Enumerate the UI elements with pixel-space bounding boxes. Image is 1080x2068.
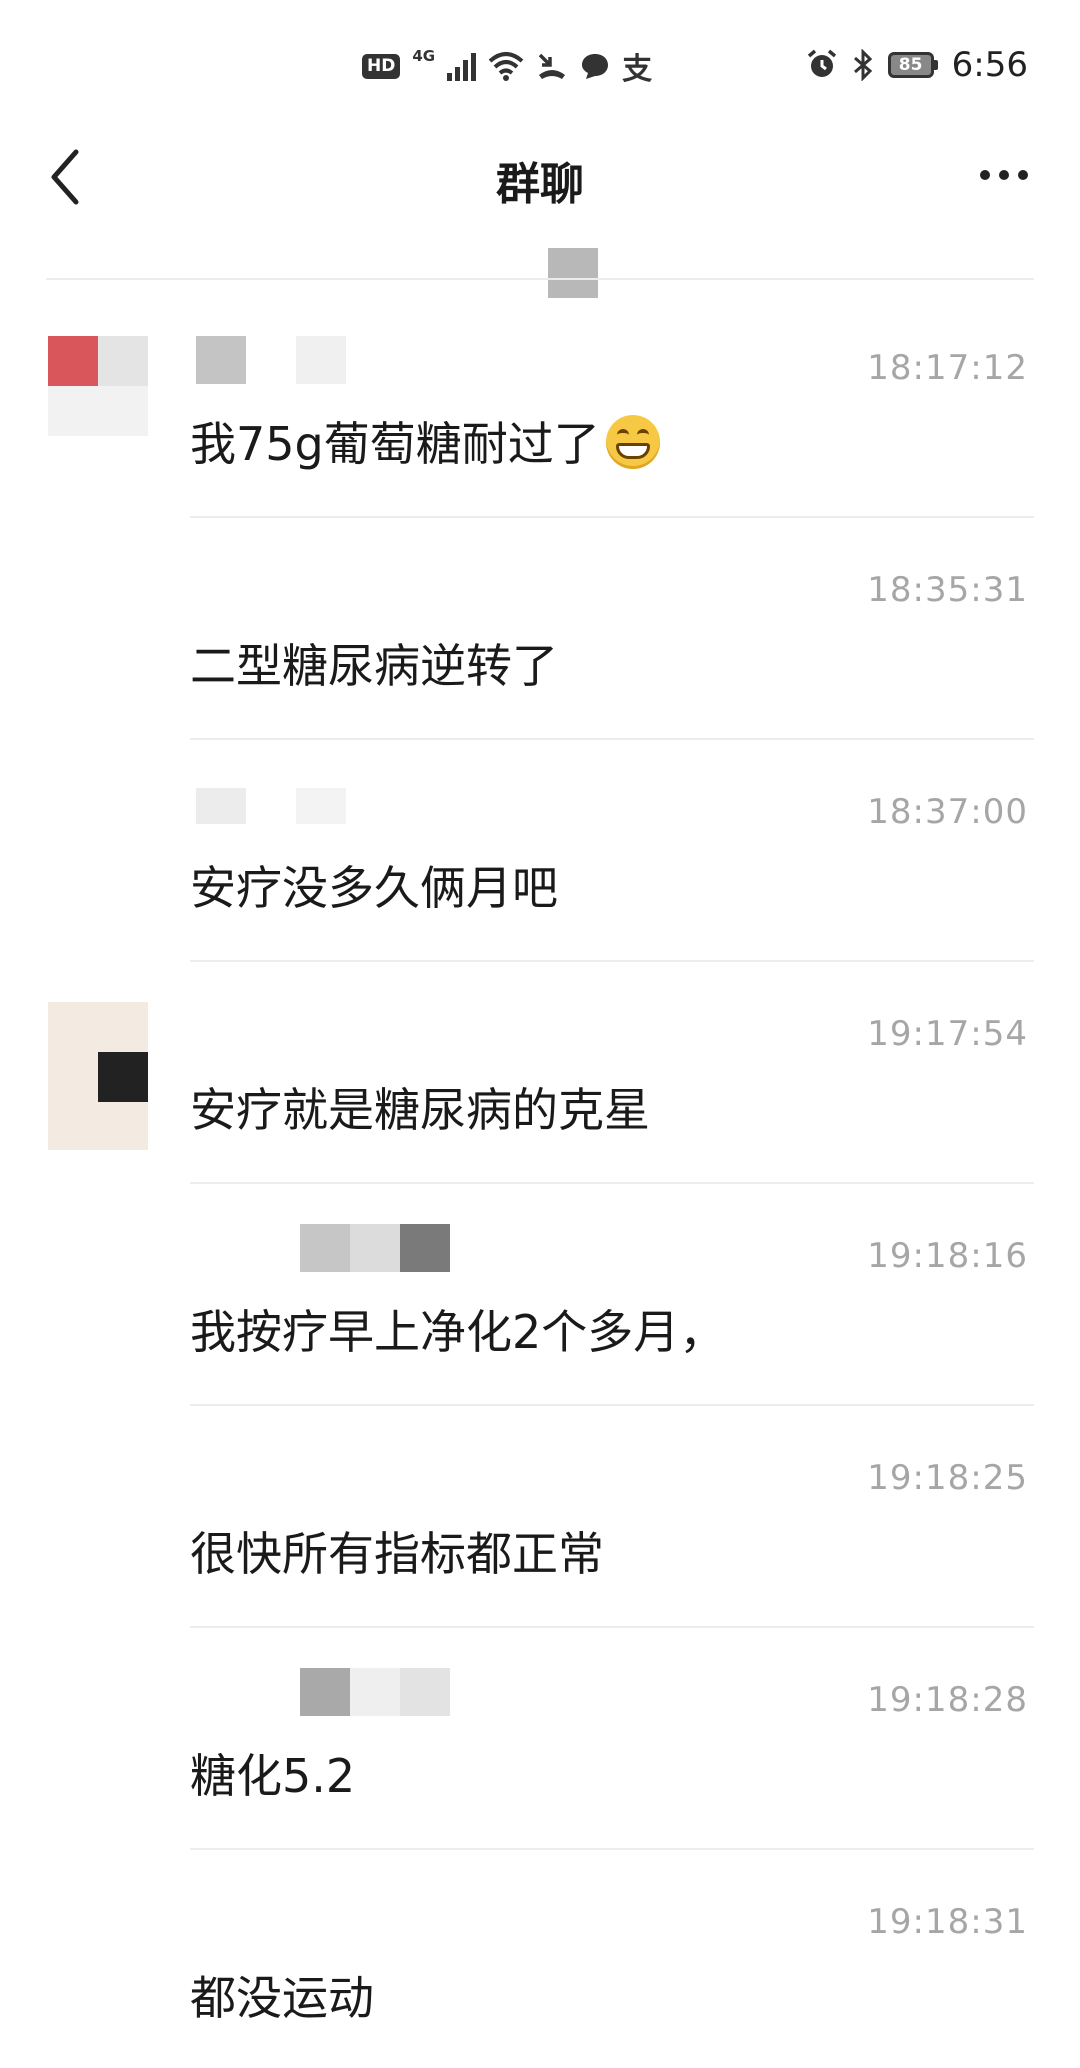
page-title: 群聊: [496, 159, 584, 210]
avatar[interactable]: [48, 1002, 148, 1150]
message-time: 18:17:12: [867, 348, 1028, 388]
app-notification-icon: 支: [622, 52, 653, 87]
missed-call-icon: [538, 53, 566, 79]
hd-badge: HD: [362, 53, 401, 79]
title-bar: 群聊: [0, 130, 1080, 220]
divider: [46, 278, 1034, 280]
sender-name-redacted: [196, 336, 456, 384]
message-icon: [582, 54, 609, 79]
message-item[interactable]: 19:18:16 我按疗早上净化2个多月，: [0, 1184, 1080, 1406]
dot-icon: [1018, 170, 1028, 180]
redacted-block: [548, 248, 598, 298]
status-bar: HD 4G 支 85 6:56: [0, 0, 1080, 120]
grinning-face-icon: [605, 414, 660, 469]
status-left-icons: HD 4G 支: [362, 44, 652, 88]
message-time: 18:35:31: [867, 570, 1028, 610]
message-item[interactable]: 19:18:31 都没运动: [0, 1850, 1080, 2068]
message-item[interactable]: 18:17:12 我75g葡萄糖耐过了: [0, 296, 1080, 518]
sender-name-redacted: [196, 780, 456, 828]
bluetooth-icon: [853, 49, 872, 81]
wifi-icon: [488, 52, 524, 81]
message-text: 二型糖尿病逆转了: [190, 639, 558, 693]
message-time: 19:17:54: [867, 1014, 1028, 1054]
message-time: 19:18:16: [867, 1236, 1028, 1276]
message-text: 都没运动: [190, 1971, 374, 2025]
message-time: 18:37:00: [867, 792, 1028, 832]
network-type: 4G: [412, 46, 436, 65]
signal-icon: [447, 51, 477, 81]
sender-name-redacted: [300, 1668, 560, 1716]
message-text: 安疗没多久俩月吧: [190, 861, 558, 915]
message-time: 19:18:31: [867, 1902, 1028, 1942]
message-item[interactable]: 19:17:54 安疗就是糖尿病的克星: [0, 962, 1080, 1184]
message-text: 糖化5.2: [190, 1749, 356, 1803]
status-right-icons: 85 6:56: [806, 40, 1028, 90]
battery-icon: 85: [887, 52, 938, 78]
message-item[interactable]: 18:37:00 安疗没多久俩月吧: [0, 740, 1080, 962]
message-text: 我按疗早上净化2个多月，: [190, 1305, 726, 1359]
alarm-icon: [807, 49, 836, 77]
sender-name-redacted: [300, 1224, 560, 1272]
clock: 6:56: [951, 45, 1028, 85]
more-options-button[interactable]: [968, 140, 1040, 210]
avatar[interactable]: [48, 336, 148, 436]
battery-level: 85: [887, 52, 934, 78]
message-text: 很快所有指标都正常: [190, 1527, 604, 1581]
message-item[interactable]: 19:18:28 糖化5.2: [0, 1628, 1080, 1850]
message-text: 我75g葡萄糖耐过了: [190, 408, 660, 475]
dot-icon: [999, 170, 1009, 180]
message-text: 安疗就是糖尿病的克星: [190, 1083, 650, 1137]
dot-icon: [980, 170, 990, 180]
message-item[interactable]: 19:18:25 很快所有指标都正常: [0, 1406, 1080, 1628]
message-time: 19:18:25: [867, 1458, 1028, 1498]
message-text-content: 我75g葡萄糖耐过了: [190, 417, 600, 471]
message-time: 19:18:28: [867, 1680, 1028, 1720]
message-item[interactable]: 18:35:31 二型糖尿病逆转了: [0, 518, 1080, 740]
